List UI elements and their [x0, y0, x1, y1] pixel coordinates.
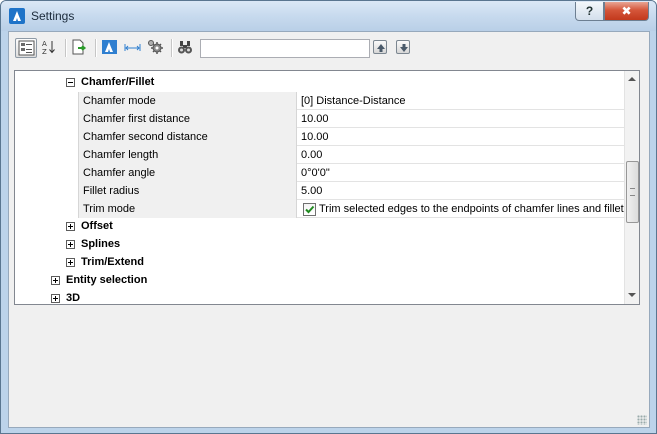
checkmark-icon: [305, 205, 315, 214]
window-title: Settings: [31, 9, 75, 23]
property-value-field[interactable]: 5.00: [297, 182, 625, 200]
find-button[interactable]: [175, 38, 197, 58]
property-name: Chamfer first distance: [78, 110, 297, 128]
sort-az-icon: A Z: [42, 40, 55, 55]
node-label: Trim/Extend: [81, 256, 144, 268]
node-label: Chamfer/Fillet: [81, 76, 155, 88]
property-name: Chamfer length: [78, 146, 297, 164]
property-row-chamfer-mode[interactable]: Chamfer mode [0] Distance-Distance: [15, 92, 625, 110]
tree-node-offset[interactable]: Offset: [15, 218, 625, 236]
toolbar-separator: [95, 39, 96, 57]
dimension-icon: [124, 44, 141, 51]
arrow-down-icon: [400, 44, 408, 52]
help-button[interactable]: ?: [575, 2, 604, 21]
categorized-list-icon: [18, 40, 35, 56]
property-row-chamfer-length[interactable]: Chamfer length 0.00: [15, 146, 625, 164]
collapse-toggle-icon[interactable]: [66, 78, 75, 87]
expand-toggle-icon[interactable]: [66, 258, 75, 267]
bricscad-variables-button[interactable]: [99, 38, 121, 58]
row-gutter: [15, 182, 78, 200]
categorized-view-button[interactable]: [15, 38, 37, 58]
settings-filter-button[interactable]: [145, 38, 167, 58]
property-row-chamfer-first-distance[interactable]: Chamfer first distance 10.00: [15, 110, 625, 128]
find-next-button[interactable]: [396, 40, 410, 54]
search-input[interactable]: [200, 39, 370, 58]
toolbar-separator: [65, 39, 66, 57]
tree-node-splines[interactable]: Splines: [15, 236, 625, 254]
row-gutter: [15, 128, 78, 146]
property-row-fillet-radius[interactable]: Fillet radius 5.00: [15, 182, 625, 200]
property-row-trim-mode[interactable]: Trim mode Trim selected edges to the end…: [15, 200, 625, 218]
node-label: Splines: [81, 238, 121, 250]
expand-toggle-icon[interactable]: [66, 222, 75, 231]
arrow-up-icon: [377, 44, 385, 52]
row-gutter: [15, 92, 78, 110]
row-gutter: [15, 200, 78, 218]
gear-cog-icon: [148, 40, 163, 54]
property-name: Fillet radius: [78, 182, 297, 200]
node-label: 3D: [66, 292, 81, 304]
tree-node-3d[interactable]: 3D: [15, 290, 625, 304]
app-logo-icon: [102, 40, 117, 54]
scroll-down-icon[interactable]: [628, 293, 636, 297]
row-gutter: [15, 110, 78, 128]
toolbar: A Z: [9, 32, 649, 64]
property-value-field[interactable]: 0.00: [297, 146, 625, 164]
expand-toggle-icon[interactable]: [66, 240, 75, 249]
app-logo-icon: [9, 8, 25, 24]
export-button[interactable]: [69, 38, 91, 58]
expand-toggle-icon[interactable]: [51, 294, 60, 303]
row-gutter: [15, 164, 78, 182]
settings-client-area: A Z Chamfer/Fillet Chamfer mode [0] Dist…: [8, 31, 650, 428]
close-button[interactable]: ✖: [604, 2, 649, 21]
export-document-icon: [72, 39, 87, 55]
alphabetical-view-button[interactable]: A Z: [39, 38, 61, 58]
property-value-dropdown[interactable]: [0] Distance-Distance: [297, 92, 625, 110]
resize-grip-icon[interactable]: [637, 415, 647, 425]
find-previous-button[interactable]: [373, 40, 387, 54]
trim-mode-label: Trim selected edges to the endpoints of …: [319, 203, 625, 215]
title-bar[interactable]: Settings ? ✖: [1, 1, 656, 31]
svg-text:A: A: [42, 40, 47, 48]
property-name: Chamfer angle: [78, 164, 297, 182]
settings-tree: Chamfer/Fillet Chamfer mode [0] Distance…: [14, 70, 640, 305]
dimension-variables-button[interactable]: [122, 38, 144, 58]
property-value-field[interactable]: 10.00: [297, 128, 625, 146]
property-name: Trim mode: [78, 200, 297, 218]
expand-toggle-icon[interactable]: [51, 276, 60, 285]
binoculars-icon: [178, 41, 192, 54]
property-name: Chamfer mode: [78, 92, 297, 110]
tree-node-entity-selection[interactable]: Entity selection: [15, 272, 625, 290]
node-label: Offset: [81, 220, 113, 232]
node-label: Entity selection: [66, 274, 148, 286]
settings-window: Settings ? ✖ A Z Chamfer/Fillet Chamfer …: [0, 0, 657, 434]
svg-text:Z: Z: [42, 48, 47, 55]
scroll-thumb[interactable]: [626, 161, 639, 223]
property-name: Chamfer second distance: [78, 128, 297, 146]
tree-node-trim-extend[interactable]: Trim/Extend: [15, 254, 625, 272]
row-gutter: [15, 146, 78, 164]
property-row-chamfer-second-distance[interactable]: Chamfer second distance 10.00: [15, 128, 625, 146]
scroll-up-icon[interactable]: [628, 77, 636, 81]
property-value-field[interactable]: 0°0'0": [297, 164, 625, 182]
property-row-chamfer-angle[interactable]: Chamfer angle 0°0'0": [15, 164, 625, 182]
tree-node-chamfer-fillet[interactable]: Chamfer/Fillet: [15, 74, 625, 92]
property-value-field[interactable]: 10.00: [297, 110, 625, 128]
trim-mode-checkbox[interactable]: [303, 203, 316, 216]
toolbar-separator: [171, 39, 172, 57]
vertical-scrollbar[interactable]: [624, 71, 639, 304]
